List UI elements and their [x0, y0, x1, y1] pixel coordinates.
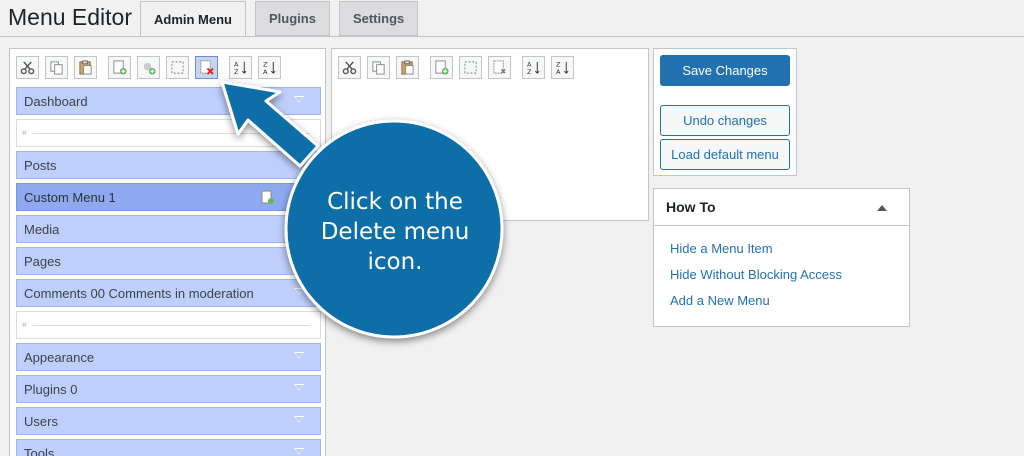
sort-ascending-icon: AZ — [527, 61, 540, 75]
sub-sort-ascending-button[interactable]: AZ — [522, 56, 545, 79]
page-icon — [261, 190, 274, 204]
link-add-new-menu[interactable]: Add a New Menu — [670, 293, 909, 319]
svg-text:Z: Z — [527, 68, 532, 75]
paste-icon — [401, 60, 414, 75]
new-menu-icon — [113, 60, 127, 75]
tab-bar: Admin Menu Plugins Settings — [140, 1, 419, 37]
how-to-box: How To Hide a Menu Item Hide Without Blo… — [653, 188, 910, 327]
sort-descending-icon: ZA — [263, 61, 276, 75]
tab-plugins[interactable]: Plugins — [255, 1, 330, 36]
link-hide-without-blocking[interactable]: Hide Without Blocking Access — [670, 267, 909, 293]
undo-changes-button[interactable]: Undo changes — [660, 105, 790, 136]
menu-item-posts[interactable]: Posts — [16, 151, 321, 179]
copy-icon — [372, 61, 385, 75]
top-level-menu-panel: AZ ZA Dashboard « Posts Custom Menu 1 Me… — [9, 48, 326, 456]
how-to-title: How To — [666, 199, 716, 215]
menu-item-tools[interactable]: Tools — [16, 439, 321, 456]
svg-text:A: A — [263, 68, 268, 75]
link-hide-menu-item[interactable]: Hide a Menu Item — [670, 241, 909, 267]
sort-descending-icon: ZA — [556, 61, 569, 75]
menu-item-label: Posts — [24, 157, 57, 173]
paste-button[interactable] — [74, 56, 97, 79]
menu-item-label: Plugins 0 — [24, 381, 78, 397]
menu-item-label: Appearance — [24, 349, 95, 365]
actions-box: Save Changes Undo changes Load default m… — [653, 48, 797, 176]
menu-item-label: Tools — [24, 445, 55, 456]
how-to-header[interactable]: How To — [654, 189, 909, 226]
tab-admin-menu[interactable]: Admin Menu — [140, 1, 246, 37]
menu-item-label: Custom Menu 1 — [24, 189, 116, 205]
cut-button[interactable] — [16, 56, 39, 79]
top-level-menu-list: Dashboard « Posts Custom Menu 1 Media Pa… — [16, 87, 321, 456]
menu-separator[interactable]: « — [16, 119, 321, 147]
sort-ascending-button[interactable]: AZ — [229, 56, 252, 79]
delete-icon — [493, 60, 506, 74]
new-separator-button[interactable] — [137, 56, 160, 79]
copy-button[interactable] — [45, 56, 68, 79]
svg-text:A: A — [556, 68, 561, 75]
expand-arrow-icon[interactable] — [294, 352, 304, 359]
menu-item-users[interactable]: Users — [16, 407, 321, 435]
sub-paste-button[interactable] — [396, 56, 419, 79]
new-menu-button[interactable] — [108, 56, 131, 79]
sort-descending-button[interactable]: ZA — [258, 56, 281, 79]
sub-sort-descending-button[interactable]: ZA — [551, 56, 574, 79]
sub-copy-button[interactable] — [367, 56, 390, 79]
menu-item-label: Users — [24, 413, 58, 429]
top-menu-toolbar: AZ ZA — [16, 56, 287, 79]
tab-settings[interactable]: Settings — [338, 1, 419, 36]
copy-icon — [50, 61, 63, 75]
callout-text: Click on the Delete menu icon. — [320, 189, 470, 275]
menu-item-comments[interactable]: Comments 00 Comments in moderation — [16, 279, 321, 307]
menu-item-label: Pages — [24, 253, 61, 269]
collapse-arrow-icon[interactable] — [877, 205, 887, 211]
new-separator-icon — [143, 62, 156, 75]
new-menu-icon — [435, 60, 449, 75]
delete-icon — [200, 60, 214, 75]
submenu-toolbar: AZ ZA — [338, 56, 580, 79]
hide-icon — [464, 61, 477, 74]
menu-item-label: Dashboard — [24, 93, 88, 109]
expand-arrow-icon[interactable] — [294, 448, 304, 455]
cut-icon — [342, 61, 357, 75]
separator-line — [33, 325, 310, 326]
menu-item-pages[interactable]: Pages — [16, 247, 321, 275]
menu-item-media[interactable]: Media — [16, 215, 321, 243]
svg-text:Z: Z — [234, 68, 239, 75]
separator-arrow-icon: « — [22, 319, 28, 329]
separator-arrow-icon: « — [22, 127, 28, 137]
cut-icon — [20, 61, 35, 75]
sub-cut-button[interactable] — [338, 56, 361, 79]
sub-delete-button[interactable] — [488, 56, 511, 79]
expand-arrow-icon[interactable] — [294, 160, 304, 167]
menu-item-dashboard[interactable]: Dashboard — [16, 87, 321, 115]
menu-item-custom-menu-1[interactable]: Custom Menu 1 — [16, 183, 321, 211]
expand-arrow-icon[interactable] — [294, 416, 304, 423]
menu-item-appearance[interactable]: Appearance — [16, 343, 321, 371]
menu-item-label: Media — [24, 221, 60, 237]
page-title: Menu Editor — [8, 4, 133, 30]
menu-separator[interactable]: « — [16, 311, 321, 339]
sub-new-menu-button[interactable] — [430, 56, 453, 79]
paste-icon — [79, 60, 92, 75]
load-default-menu-button[interactable]: Load default menu — [660, 139, 790, 170]
separator-line — [33, 133, 310, 134]
how-to-links: Hide a Menu Item Hide Without Blocking A… — [654, 226, 909, 319]
expand-arrow-icon[interactable] — [294, 288, 304, 295]
hide-button[interactable] — [166, 56, 189, 79]
sub-hide-button[interactable] — [459, 56, 482, 79]
menu-item-plugins[interactable]: Plugins 0 — [16, 375, 321, 403]
menu-item-label: Comments 00 Comments in moderation — [24, 285, 254, 301]
hide-icon — [171, 61, 184, 74]
expand-arrow-icon[interactable] — [294, 384, 304, 391]
expand-arrow-icon[interactable] — [294, 96, 304, 103]
delete-menu-button[interactable] — [195, 56, 218, 79]
tabs-divider — [0, 36, 1024, 37]
save-changes-button[interactable]: Save Changes — [660, 55, 790, 86]
sort-ascending-icon: AZ — [234, 61, 247, 75]
